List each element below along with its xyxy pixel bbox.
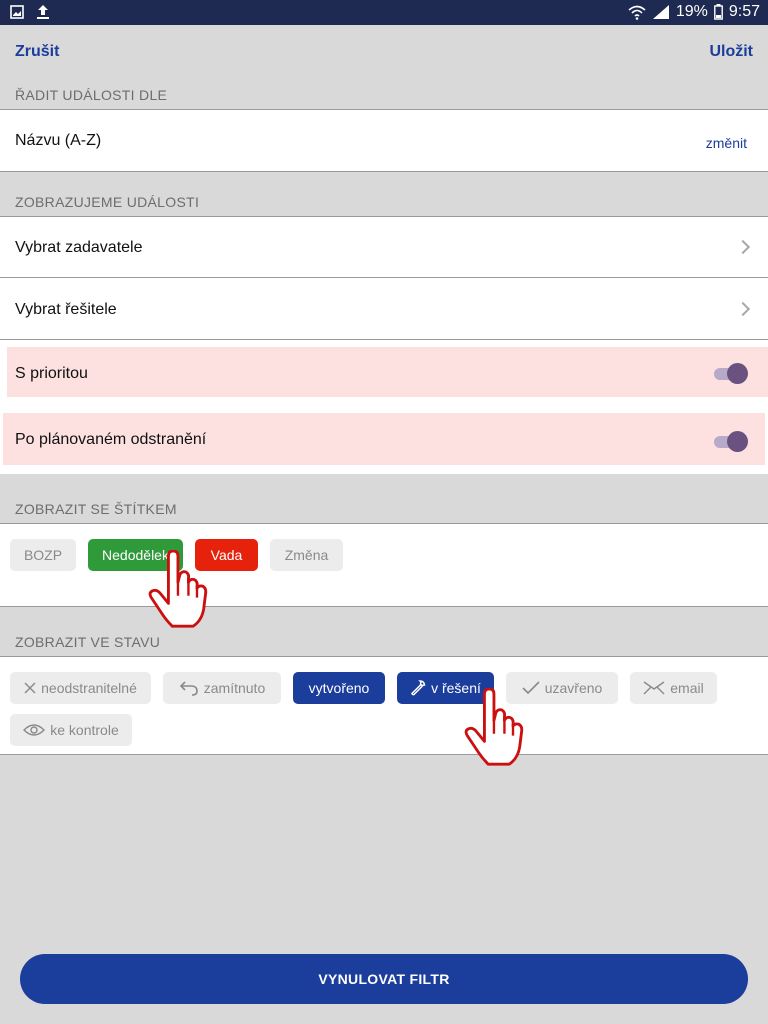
select-submitter-row[interactable]: Vybrat zadavatele xyxy=(0,216,768,278)
status-bar: 19% 9:57 xyxy=(0,0,768,25)
pointing-hand-icon xyxy=(148,550,208,628)
show-events-section-header: ZOBRAZUJEME UDÁLOSTI xyxy=(15,194,200,210)
state-chips-row: neodstranitelné zamítnuto vytvořeno v ře… xyxy=(0,656,768,755)
change-sort-link[interactable]: změnit xyxy=(706,135,747,151)
priority-toggle[interactable] xyxy=(714,363,748,384)
toggle-knob xyxy=(727,363,748,384)
planned-removal-label: Po plánovaném odstranění xyxy=(15,431,207,448)
select-submitter-label: Vybrat zadavatele xyxy=(15,239,143,256)
battery-icon xyxy=(713,4,723,20)
toggle-knob xyxy=(727,431,748,452)
reset-filter-button[interactable]: VYNULOVAT FILTR xyxy=(20,954,748,1004)
wrench-icon xyxy=(411,680,426,696)
chevron-right-icon xyxy=(735,301,751,317)
eye-icon xyxy=(23,724,46,736)
select-solver-row[interactable]: Vybrat řešitele xyxy=(0,277,768,340)
state-chip-zamitnuto[interactable]: zamítnuto xyxy=(163,672,281,704)
save-button[interactable]: Uložit xyxy=(709,43,753,61)
close-icon xyxy=(24,682,36,694)
state-chip-neodstranitelne[interactable]: neodstranitelné xyxy=(10,672,151,704)
battery-percent: 19% xyxy=(675,3,708,20)
planned-removal-toggle[interactable] xyxy=(714,431,748,452)
toggle-rows-container: S prioritou Po plánovaném odstranění xyxy=(0,339,768,474)
sort-section-header: ŘADIT UDÁLOSTI DLE xyxy=(15,87,168,103)
clock: 9:57 xyxy=(728,3,760,20)
tag-chip-zmena[interactable]: Změna xyxy=(270,539,343,571)
upload-icon xyxy=(37,5,49,19)
sort-row[interactable]: Názvu (A-Z) změnit xyxy=(0,109,768,171)
state-chip-email[interactable]: email xyxy=(630,672,717,704)
state-section-header: ZOBRAZIT VE STAVU xyxy=(15,634,161,650)
select-solver-label: Vybrat řešitele xyxy=(15,301,117,318)
chevron-right-icon xyxy=(735,239,751,255)
tag-chip-bozp[interactable]: BOZP xyxy=(10,539,76,571)
mail-icon xyxy=(643,681,665,695)
sort-value: Názvu (A-Z) xyxy=(15,132,102,149)
tag-section-header: ZOBRAZIT SE ŠTÍTKEM xyxy=(15,501,177,517)
top-bar: Zrušit Uložit xyxy=(0,25,768,77)
image-notification-icon xyxy=(10,5,24,19)
state-chip-vytvoreno[interactable]: vytvořeno xyxy=(293,672,385,704)
tag-chips-row: BOZP Nedodělek Vada Změna xyxy=(0,523,768,607)
pointing-hand-icon xyxy=(464,688,524,766)
wifi-icon xyxy=(628,5,646,20)
show-events-header-row: ZOBRAZUJEME UDÁLOSTI xyxy=(0,171,768,217)
state-chip-ke-kontrole[interactable]: ke kontrole xyxy=(10,714,132,746)
planned-removal-row: Po plánovaném odstranění xyxy=(3,413,765,465)
cancel-button[interactable]: Zrušit xyxy=(15,43,59,61)
priority-label: S prioritou xyxy=(15,365,88,382)
priority-row: S prioritou xyxy=(7,347,768,397)
undo-icon xyxy=(179,681,198,696)
signal-icon xyxy=(652,5,669,19)
